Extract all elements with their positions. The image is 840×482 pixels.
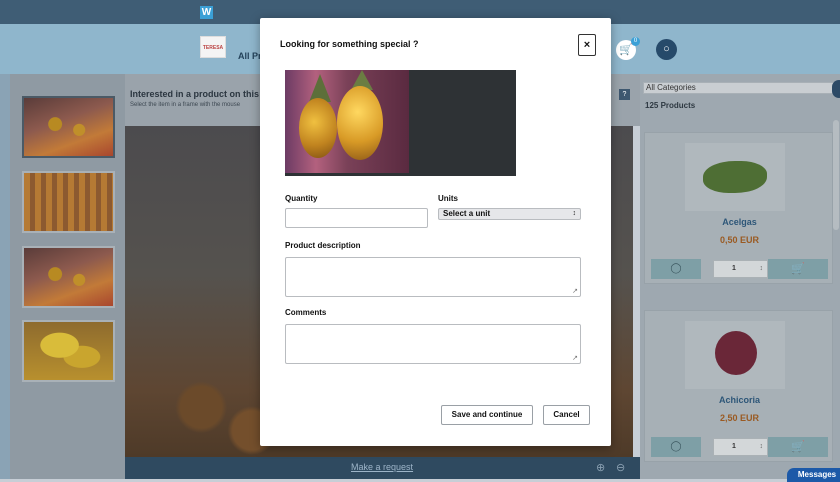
product-price: 2,50 EUR (719, 413, 760, 423)
product-actions: ◯ 1 ↕ 🛒 (651, 259, 828, 279)
resize-handle-icon[interactable]: ↗ (572, 287, 578, 295)
quantity-label: Quantity (285, 194, 318, 203)
add-to-cart-button[interactable]: 🛒 (768, 437, 828, 457)
product-name: Achicoria (718, 395, 760, 405)
app-logo[interactable]: W (200, 6, 213, 19)
spin-icon: ↕ (759, 443, 764, 450)
comment-icon: ◯ (670, 263, 682, 274)
comment-button[interactable]: ◯ (651, 259, 701, 279)
thumbnail-4[interactable] (22, 320, 115, 382)
units-selected: Select a unit (443, 209, 491, 218)
comments-textarea[interactable]: ↗ (285, 324, 581, 364)
thumbnail-3[interactable] (22, 246, 115, 308)
quantity-stepper[interactable]: 1 ↕ (713, 260, 768, 278)
cart-icon: 🛒 (791, 441, 805, 453)
close-button[interactable]: × (578, 34, 596, 56)
help-button[interactable]: ? (619, 89, 630, 100)
add-to-cart-button[interactable]: 🛒 (768, 259, 828, 279)
user-button[interactable]: ○ (656, 39, 677, 60)
quantity-stepper[interactable]: 1 ↕ (713, 438, 768, 456)
panel-toggle-button[interactable] (832, 80, 840, 98)
viewer-subtitle: Select the item in a frame with the mous… (130, 102, 241, 108)
select-arrow-icon: ↕ (572, 210, 577, 217)
quantity-input[interactable] (285, 208, 428, 228)
product-card: Achicoria 2,50 EUR ◯ 1 ↕ 🛒 (644, 310, 833, 462)
product-name: Acelgas (722, 217, 757, 227)
cart-icon: 🛒 (791, 263, 805, 275)
product-card: Acelgas 0,50 EUR ◯ 1 ↕ 🛒 (644, 132, 833, 284)
thumbnail-2[interactable] (22, 171, 115, 233)
units-select[interactable]: Select a unit ↕ (438, 208, 581, 220)
comment-icon: ◯ (670, 441, 682, 452)
pineapple-image (285, 70, 409, 173)
units-label: Units (438, 194, 458, 203)
user-icon: ○ (663, 43, 670, 55)
thumbnail-1[interactable] (22, 96, 115, 158)
cart-count-badge: 0 (631, 37, 640, 46)
cart-icon: 🛒 (619, 44, 633, 56)
brand-logo[interactable]: TERESA (200, 36, 226, 58)
category-select[interactable]: All Categories (643, 82, 835, 94)
product-image (685, 143, 785, 211)
special-request-dialog: Looking for something special ? × Quanti… (260, 18, 611, 446)
selection-preview (285, 70, 516, 176)
nav-all-products[interactable]: All Pr (238, 51, 262, 61)
make-request-link[interactable]: Make a request (351, 462, 413, 472)
spin-icon: ↕ (759, 265, 764, 272)
comments-label: Comments (285, 308, 327, 317)
dialog-title: Looking for something special ? (280, 39, 419, 49)
close-icon: × (583, 39, 591, 51)
product-image (685, 321, 785, 389)
resize-handle-icon[interactable]: ↗ (572, 354, 578, 362)
description-label: Product description (285, 241, 361, 250)
messages-button[interactable]: Messages (787, 468, 840, 482)
comment-button[interactable]: ◯ (651, 437, 701, 457)
product-actions: ◯ 1 ↕ 🛒 (651, 437, 828, 457)
viewer-title: Interested in a product on this i (130, 89, 265, 99)
cancel-button[interactable]: Cancel (543, 405, 590, 425)
zoom-out-icon[interactable]: ⊖ (616, 461, 625, 474)
product-count: 125 Products (645, 101, 696, 110)
save-continue-button[interactable]: Save and continue (441, 405, 533, 425)
zoom-in-icon[interactable]: ⊕ (596, 461, 605, 474)
panel-scrollbar[interactable] (833, 120, 839, 230)
left-strip (0, 74, 10, 479)
product-price: 0,50 EUR (719, 235, 760, 245)
description-textarea[interactable]: ↗ (285, 257, 581, 297)
